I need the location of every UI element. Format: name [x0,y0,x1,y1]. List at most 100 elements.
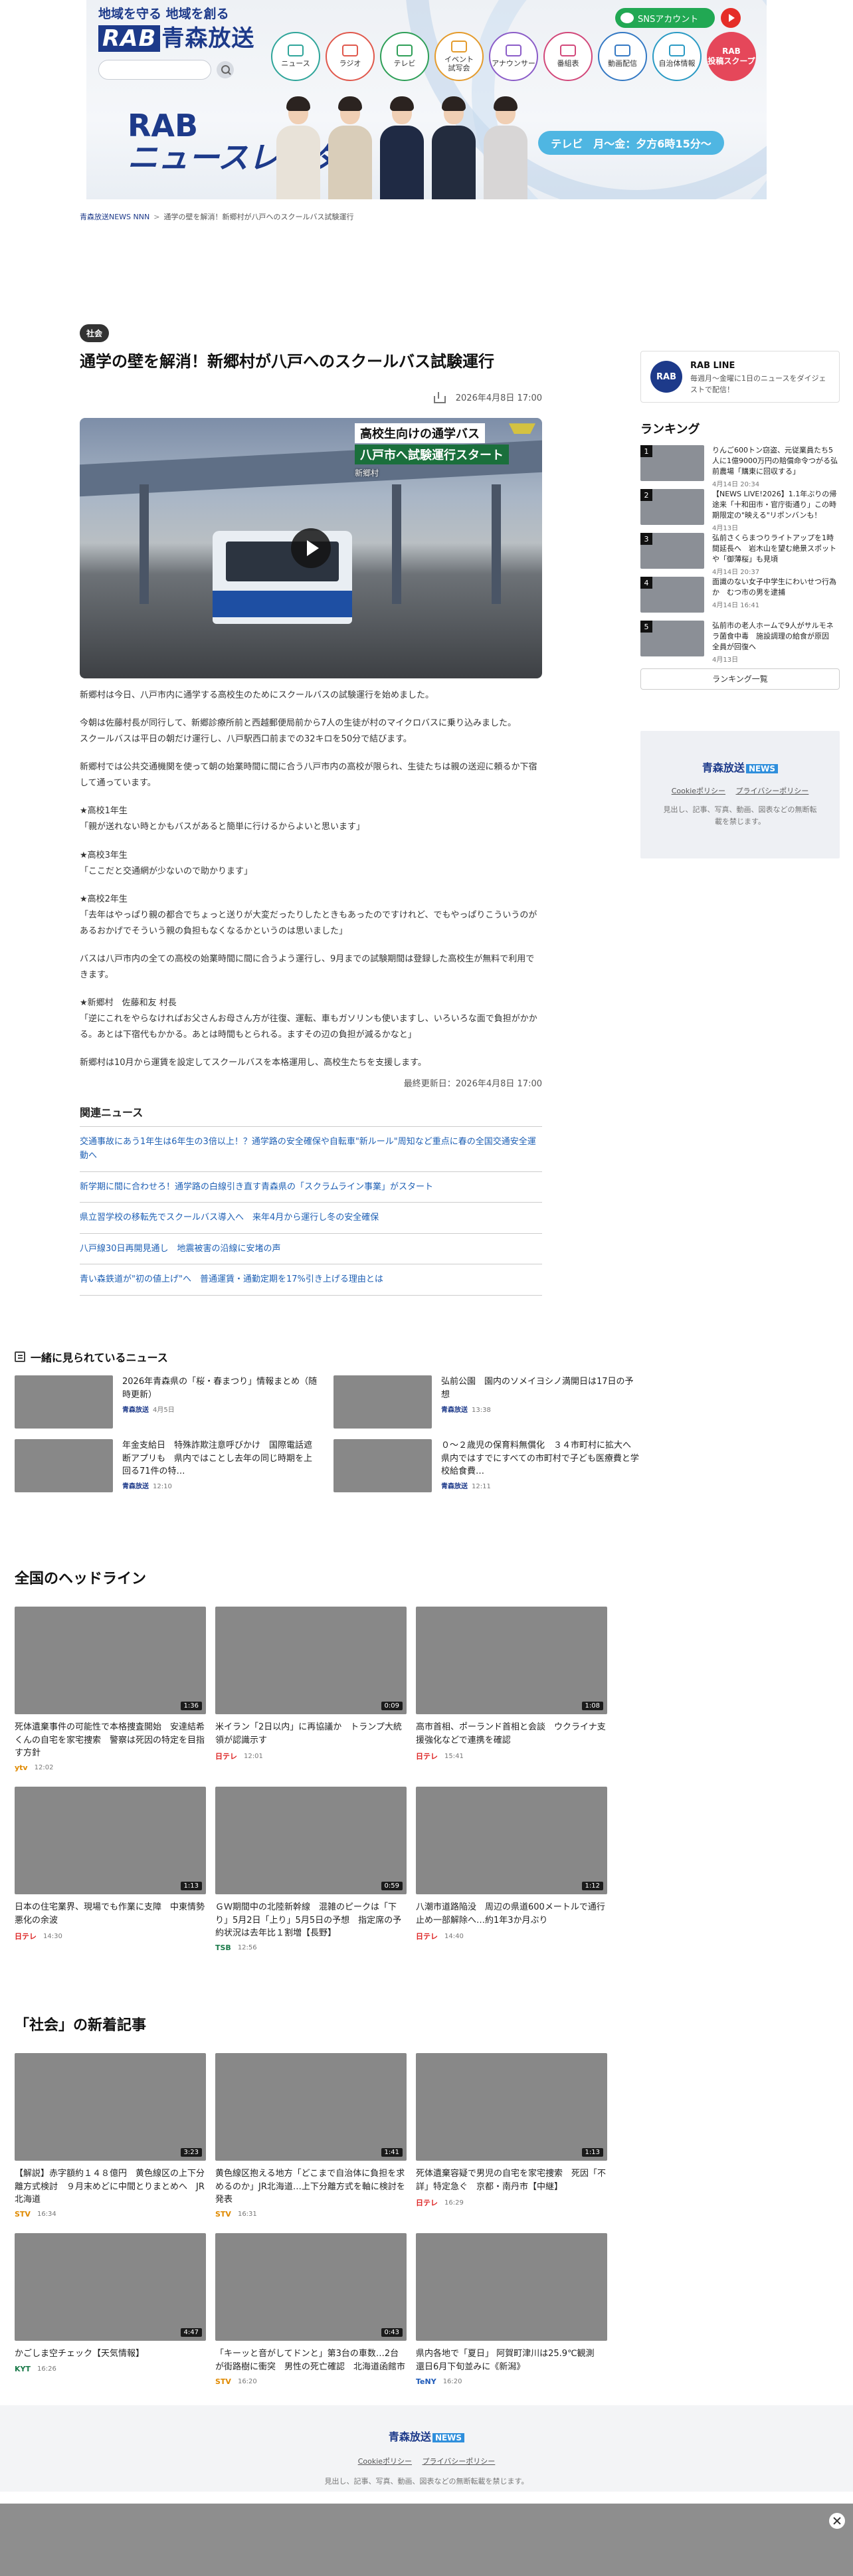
social-card[interactable]: 1:13 死体遺棄容疑で男児の自宅を家宅捜索 死因「不詳」特定急ぐ 京都・南丹市… [416,2053,607,2219]
card-title: 八潮市道路陥没 周辺の県道600メートルで通行止め一部解除へ…約1年3か月ぶり [416,1902,605,1926]
youtube-icon[interactable] [721,8,741,28]
brand-name: 青森放送 [388,2430,431,2443]
site-logo[interactable]: RAB 青森放送 [98,20,254,52]
rank-number: 3 [640,533,652,545]
related-link[interactable]: 新学期に間に合わせろ！通学路の白線引き直す青森県の「スクラムライン事業」がスター… [80,1172,542,1203]
site-footer: 青森放送 NEWS Cookieポリシー プライバシーポリシー 見出し、記事、写真… [0,2405,853,2492]
nav-item-announcer[interactable]: アナウンサー [489,32,538,81]
ranking-more-button[interactable]: ランキング一覧 [640,668,840,690]
card-source: ytv 12:02 [15,1763,206,1772]
ad-banner[interactable] [0,2504,853,2576]
rank-number: 2 [640,489,652,501]
network-logo: KYT [15,2364,31,2373]
sns-account-button[interactable]: SNSアカウント [615,8,715,28]
ranking-date: 4月14日 20:34 [712,480,760,488]
cookie-policy-link[interactable]: Cookieポリシー [358,2457,412,2466]
breadcrumb-home[interactable]: 青森放送NEWS NNN [80,213,149,221]
also-date: 12:10 [153,1483,172,1490]
nav-label: 自治体情報 [658,59,696,68]
nav-label: 動画配信 [608,59,637,68]
scoop-post-button[interactable]: RAB 投稿スクープ [707,32,756,81]
headline-card[interactable]: 1:36 死体遺棄事件の可能性で本格捜査開始 安達結希くんの自宅を家宅捜索 警察… [15,1607,206,1772]
ranking-heading: ランキング [640,423,700,437]
card-title: 【解説】赤字額約１４８億円 黄色線区の上下分離方式検討 ９月末めどに中間とりまと… [15,2169,205,2205]
ranking-item[interactable]: 1 りんご600トン窃盗、元従業員たち5人に1億9000万円の賠償命令つがる弘前… [640,445,840,489]
related-link[interactable]: 八戸線30日再開見通し 地震被害の沿線に安堵の声 [80,1234,542,1265]
ranking-item[interactable]: 2 【NEWS LIVE!2026】1.1年ぶりの帰途来「十和田市・官庁街通り」… [640,489,840,533]
anchor-figure [480,96,531,199]
related-list: 交通事故にあう1年生は6年生の3倍以上！？通学路の安全確保や自転車"新ルール"周… [80,1127,542,1296]
card-title: 死体遺棄容疑で男児の自宅を家宅捜索 死因「不詳」特定急ぐ 京都・南丹市【中継】 [416,2169,607,2192]
search-input[interactable] [107,64,187,74]
sidebar: RAB RAB LINE 毎週月〜金曜に1日のニュースをダイジェストで配信！ ラ… [640,351,840,858]
rab-line-banner[interactable]: RAB RAB LINE 毎週月〜金曜に1日のニュースをダイジェストで配信！ [640,351,840,403]
social-latest-section: 「社会」の新着記事 3:23 【解説】赤字額約１４８億円 黄色線区の上下分離方式… [15,2013,613,2386]
nav-item-tv[interactable]: テレビ [380,32,429,81]
close-icon[interactable] [829,2513,845,2529]
video-scene [392,484,401,605]
related-link[interactable]: 県立習学校の移転先でスクールバス導入へ 来年4月から運行し冬の安全確保 [80,1203,542,1234]
privacy-policy-link[interactable]: プライバシーポリシー [736,787,809,795]
headline-card[interactable]: 1:13 日本の住宅業界、現場でも作業に支障 中東情勢悪化の余波 日テレ 14:3… [15,1787,206,1952]
social-card[interactable]: 1:41 黄色線区抱える地方「どこまで自治体に負担を求めるのか」JR北海道…上下… [215,2053,407,2219]
search-icon[interactable] [217,61,234,78]
cookie-policy-link[interactable]: Cookieポリシー [672,787,725,795]
related-link[interactable]: 青い森鉄道が"初の値上げ"へ 普通運賃・通勤定期を17%引き上げる理由とは [80,1264,542,1296]
ticket-icon [451,40,467,52]
card-thumbnail: 0:43 [215,2233,407,2341]
nav-item-municipality[interactable]: 自治体情報 [652,32,702,81]
card-thumbnail: 0:09 [215,1607,407,1714]
headline-card[interactable]: 1:08 高市首相、ポーランド首相と会談 ウクライナ支援強化などで連携を確認 日… [416,1607,607,1772]
headline-card[interactable]: 1:12 八潮市道路陥没 周辺の県道600メートルで通行止め一部解除へ…約1年3… [416,1787,607,1952]
video-caption: 高校生向けの通学バス 八戸市へ試験運行スタート 新郷村 [355,423,535,478]
video-duration: 3:23 [180,2148,202,2157]
nav-label: ニュース [281,59,310,68]
nav-item-video[interactable]: 動画配信 [598,32,647,81]
footer-brand-logo[interactable]: 青森放送 NEWS [0,2428,853,2444]
card-title: 死体遺棄事件の可能性で本格捜査開始 安達結希くんの自宅を家宅捜索 警察は死因の特… [15,1722,205,1758]
card-title: 黄色線区抱える地方「どこまで自治体に負担を求めるのか」JR北海道…上下分離方式を… [215,2169,405,2205]
article-meta: 2026年4月8日 17:00 [80,391,542,403]
privacy-policy-link[interactable]: プライバシーポリシー [423,2457,496,2466]
video-duration: 0:43 [381,2328,403,2337]
social-card[interactable]: 0:43 「キーッと音がしてドンと」第3台の車数…2台が街路樹に衝突 男性の死亡… [215,2233,407,2386]
ranking-title: 面識のない女子中学生にわいせつ行為か むつ市の男を逮捕 [712,577,836,597]
article-video[interactable]: 高校生向けの通学バス 八戸市へ試験運行スタート 新郷村 [80,418,542,679]
card-source: TeNY 16:20 [416,2377,607,2386]
policy-links: Cookieポリシー プライバシーポリシー [640,785,840,796]
social-card[interactable]: 4:47 かごしま空チェック【天気情報】 KYT 16:26 [15,2233,206,2386]
headline-card[interactable]: 0:59 ＧＷ期間中の北陸新幹線 混雑のピークは「下り」5月2日「上り」5月5日… [215,1787,407,1952]
rank-number: 1 [640,445,652,457]
article-paragraph: バスは八戸市内の全ての高校の始業時間に間に合うよう運行し、9月までの試験期間は登… [80,953,535,980]
video-duration: 1:12 [581,1882,603,1890]
social-card[interactable]: 県内各地で「夏日」 阿賀町津川は25.9℃観測 還日6月下旬並みに《新潟》 Te… [416,2233,607,2386]
sidebar-brand-logo[interactable]: 青森放送 NEWS [640,759,840,775]
nav-item-news[interactable]: ニュース [271,32,320,81]
social-card[interactable]: 3:23 【解説】赤字額約１４８億円 黄色線区の上下分離方式検討 ９月末めどに中… [15,2053,206,2219]
also-viewed-item[interactable]: ０～２歳児の保育料無償化 ３４市町村に拡大へ 県内ではすでにすべての市町村で子ど… [333,1439,639,1492]
line-desc: 毎週月〜金曜に1日のニュースをダイジェストで配信！ [690,374,826,394]
card-source: 日テレ 14:30 [15,1931,206,1941]
play-button-icon[interactable] [291,528,331,569]
ranking-item[interactable]: 4 面識のない女子中学生にわいせつ行為か むつ市の男を逮捕 4月14日 16:4… [640,577,840,621]
headline-card[interactable]: 0:09 米イラン「2日以内」に再協議か トランプ大統領が認識示す 日テレ 12:… [215,1607,407,1772]
also-source: 青森放送 12:10 [122,1480,320,1490]
network-logo: 日テレ [416,2199,438,2207]
nav-item-events[interactable]: イベント 試写会 [434,32,484,81]
also-viewed-item[interactable]: 2026年青森県の「桜・春まつり」情報まとめ（随時更新） 青森放送 4月5日 [15,1375,320,1429]
ranking-item[interactable]: 3 弘前さくらまつりライトアップを1時間延長へ 岩木山を望む絶景スポットや「御薄… [640,533,840,577]
ranking-item[interactable]: 5 弘前市の老人ホームで9人がサルモネラ菌食中毒 施設調理の給食が原因 全員が回… [640,621,840,664]
card-time: 16:31 [237,2211,257,2218]
source-logo: 青森放送 [441,1407,468,1414]
category-badge[interactable]: 社会 [80,324,110,342]
also-viewed-item[interactable]: 年金支給日 特殊詐欺注意呼びかけ 国際電話遮断アプリも 県内ではことし去年の同じ… [15,1439,320,1492]
nav-item-radio[interactable]: ラジオ [326,32,375,81]
also-thumbnail [333,1375,432,1429]
video-caption-line-1: 高校生向けの通学バス [355,423,485,444]
also-viewed-item[interactable]: 弘前公園 園内のソメイヨシノ満開日は17日の予想 青森放送 13:38 [333,1375,639,1429]
search-box[interactable] [98,60,211,80]
related-link[interactable]: 交通事故にあう1年生は6年生の3倍以上！？通学路の安全確保や自転車"新ルール"周… [80,1127,542,1172]
card-title: 日本の住宅業界、現場でも作業に支障 中東情勢悪化の余波 [15,1902,205,1926]
nav-item-schedule[interactable]: 番組表 [543,32,593,81]
share-icon[interactable] [433,391,446,403]
